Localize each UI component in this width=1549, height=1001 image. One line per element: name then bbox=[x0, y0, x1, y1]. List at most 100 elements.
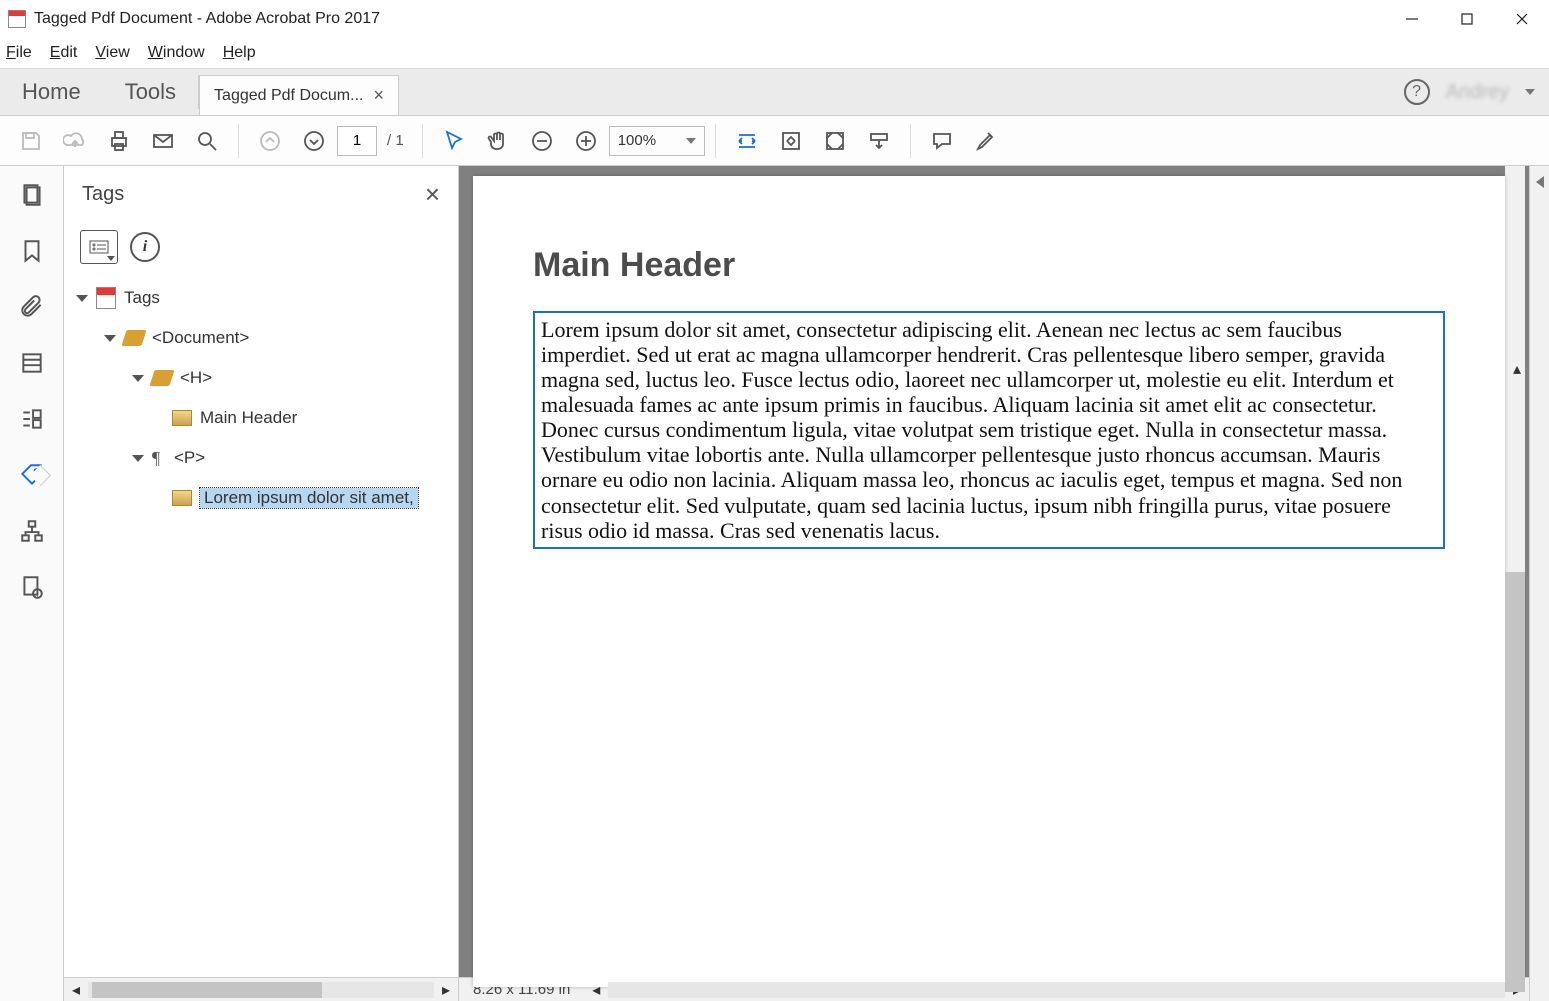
chevron-down-icon bbox=[686, 138, 696, 144]
print-icon[interactable] bbox=[98, 120, 140, 162]
panel-title: Tags bbox=[82, 183, 124, 206]
bookmarks-icon[interactable] bbox=[17, 236, 47, 266]
document-tab-label: Tagged Pdf Docum... bbox=[214, 87, 363, 105]
tree-h[interactable]: <H> bbox=[72, 358, 458, 398]
help-icon[interactable]: ? bbox=[1404, 79, 1430, 105]
collapse-icon bbox=[1536, 176, 1544, 188]
user-name[interactable]: Andrey bbox=[1446, 81, 1509, 104]
tree-p-content[interactable]: Lorem ipsum dolor sit amet, bbox=[72, 478, 458, 518]
zoom-in-icon[interactable] bbox=[565, 120, 607, 162]
content-icon bbox=[172, 490, 192, 506]
tree-p[interactable]: ¶ <P> bbox=[72, 438, 458, 478]
tags-tree[interactable]: Tags <Document> <H> Main Header ¶ <P> bbox=[64, 272, 458, 977]
zoom-out-icon[interactable] bbox=[521, 120, 563, 162]
info-icon[interactable]: i bbox=[130, 232, 160, 262]
tags-options-button[interactable] bbox=[80, 230, 118, 264]
minimize-button[interactable] bbox=[1384, 0, 1439, 38]
tree-label: <H> bbox=[180, 368, 212, 388]
chevron-down-icon bbox=[107, 256, 115, 261]
accessibility-report-icon[interactable]: i bbox=[17, 572, 47, 602]
scroll-left-icon[interactable]: ◂ bbox=[64, 978, 88, 1001]
zoom-value: 100% bbox=[618, 132, 656, 149]
save-icon[interactable] bbox=[10, 120, 52, 162]
expand-icon[interactable] bbox=[132, 375, 144, 382]
svg-text:i: i bbox=[36, 592, 37, 599]
titlebar: Tagged Pdf Document - Adobe Acrobat Pro … bbox=[0, 0, 1549, 38]
tabstrip: Home Tools Tagged Pdf Docum... × ? Andre… bbox=[0, 68, 1549, 116]
scroll-thumb[interactable] bbox=[92, 982, 322, 998]
hand-tool-icon[interactable] bbox=[477, 120, 519, 162]
page-number-input[interactable] bbox=[337, 126, 377, 156]
window-controls bbox=[1384, 0, 1549, 38]
tree-label: <Document> bbox=[152, 328, 249, 348]
page-down-icon[interactable] bbox=[293, 120, 335, 162]
main: i Tags × i Tags <Document> bbox=[0, 166, 1549, 1001]
highlight-icon[interactable] bbox=[965, 120, 1007, 162]
panel-horizontal-scrollbar[interactable]: ◂ ▸ bbox=[64, 977, 458, 1001]
horizontal-scrollbar[interactable] bbox=[608, 982, 1505, 998]
scroll-up-icon[interactable]: ▴ bbox=[1505, 166, 1529, 572]
menu-window[interactable]: Window bbox=[148, 44, 205, 62]
maximize-button[interactable] bbox=[1439, 0, 1494, 38]
selected-paragraph: Lorem ipsum dolor sit amet, consectetur … bbox=[533, 311, 1445, 549]
fit-page-icon[interactable] bbox=[770, 120, 812, 162]
panel-close-icon[interactable]: × bbox=[425, 179, 440, 210]
home-tab[interactable]: Home bbox=[0, 69, 103, 115]
tools-pane-toggle[interactable] bbox=[1529, 166, 1549, 1001]
document-tab[interactable]: Tagged Pdf Docum... × bbox=[199, 75, 399, 115]
cloud-upload-icon[interactable] bbox=[54, 120, 96, 162]
mail-icon[interactable] bbox=[142, 120, 184, 162]
document-area: Main Header Lorem ipsum dolor sit amet, … bbox=[459, 166, 1529, 1001]
tools-tab[interactable]: Tools bbox=[103, 69, 198, 115]
statusbar: 8.26 x 11.69 in ◂ ▸ bbox=[459, 977, 1529, 1001]
zoom-select[interactable]: 100% bbox=[609, 126, 705, 156]
thumbnails-icon[interactable] bbox=[17, 180, 47, 210]
tree-h-content[interactable]: Main Header bbox=[72, 398, 458, 438]
tag-icon bbox=[149, 370, 174, 386]
order-panel-icon[interactable] bbox=[17, 404, 47, 434]
menu-file[interactable]: File bbox=[6, 44, 32, 62]
paragraph-icon: ¶ bbox=[152, 448, 166, 468]
content-panel-icon[interactable] bbox=[17, 348, 47, 378]
tree-label: Main Header bbox=[200, 408, 297, 428]
search-icon[interactable] bbox=[186, 120, 228, 162]
app-icon bbox=[8, 10, 26, 28]
page-total: / 1 bbox=[387, 132, 404, 149]
read-mode-icon[interactable] bbox=[858, 120, 900, 162]
structure-icon[interactable] bbox=[17, 516, 47, 546]
menubar: File Edit View Window Help bbox=[0, 38, 1549, 68]
window-title: Tagged Pdf Document - Adobe Acrobat Pro … bbox=[34, 10, 380, 28]
menu-help[interactable]: Help bbox=[223, 44, 256, 62]
page-heading: Main Header bbox=[533, 246, 1445, 285]
user-menu-chevron-icon[interactable] bbox=[1525, 89, 1535, 95]
expand-icon[interactable] bbox=[76, 295, 88, 302]
toolbar: / 1 100% bbox=[0, 116, 1549, 166]
comment-icon[interactable] bbox=[921, 120, 963, 162]
content-icon bbox=[172, 410, 192, 426]
close-button[interactable] bbox=[1494, 0, 1549, 38]
select-tool-icon[interactable] bbox=[433, 120, 475, 162]
scroll-right-icon[interactable]: ▸ bbox=[434, 978, 458, 1001]
scroll-thumb[interactable] bbox=[1505, 572, 1525, 992]
menu-view[interactable]: View bbox=[95, 44, 129, 62]
fullscreen-icon[interactable] bbox=[814, 120, 856, 162]
pdf-icon bbox=[96, 287, 116, 309]
tree-label: Tags bbox=[124, 288, 160, 308]
tag-icon bbox=[121, 330, 146, 346]
page-view[interactable]: Main Header Lorem ipsum dolor sit amet, … bbox=[473, 176, 1505, 987]
attachments-icon[interactable] bbox=[17, 292, 47, 322]
close-tab-icon[interactable]: × bbox=[373, 85, 384, 106]
menu-edit[interactable]: Edit bbox=[50, 44, 78, 62]
tags-panel: Tags × i Tags <Document> bbox=[64, 166, 459, 1001]
expand-icon[interactable] bbox=[104, 335, 116, 342]
tree-label: <P> bbox=[174, 448, 205, 468]
tree-document[interactable]: <Document> bbox=[72, 318, 458, 358]
expand-icon[interactable] bbox=[132, 455, 144, 462]
page-up-icon[interactable] bbox=[249, 120, 291, 162]
tree-root[interactable]: Tags bbox=[72, 278, 458, 318]
tree-label-selected: Lorem ipsum dolor sit amet, bbox=[200, 488, 418, 508]
tags-panel-icon[interactable] bbox=[17, 460, 47, 490]
fit-width-icon[interactable] bbox=[726, 120, 768, 162]
vertical-scrollbar[interactable]: ▴ ▾ bbox=[1505, 166, 1525, 977]
navigation-rail: i bbox=[0, 166, 64, 1001]
